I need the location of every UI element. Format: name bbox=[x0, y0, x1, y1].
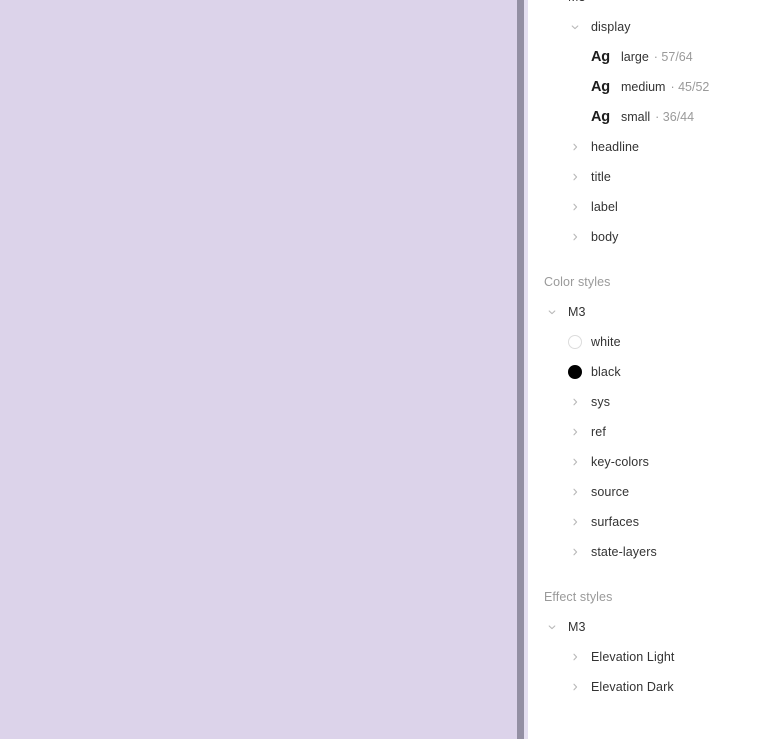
styles-panel: M3 display Ag large · 57/64 Ag medium bbox=[528, 0, 766, 739]
tree-item-ref[interactable]: ref bbox=[528, 417, 766, 447]
chevron-right-icon[interactable] bbox=[568, 200, 582, 214]
chevron-right-icon[interactable] bbox=[568, 230, 582, 244]
style-item-label: small bbox=[621, 110, 651, 124]
tree-item-label: display bbox=[591, 20, 631, 34]
tree-item-label: headline bbox=[591, 140, 640, 154]
tree-item-sys[interactable]: sys bbox=[528, 387, 766, 417]
tree-item-source[interactable]: source bbox=[528, 477, 766, 507]
tree-item-effect-m3[interactable]: M3 bbox=[528, 612, 766, 642]
tree-item-label-group[interactable]: label bbox=[528, 192, 766, 222]
chevron-right-icon[interactable] bbox=[568, 395, 582, 409]
section-header-effect-styles: Effect styles bbox=[528, 582, 766, 612]
canvas-scrollbar-track[interactable] bbox=[517, 0, 528, 739]
chevron-right-icon[interactable] bbox=[568, 650, 582, 664]
tree-item-text-m3[interactable]: M3 bbox=[528, 0, 766, 12]
canvas-scrollbar-thumb[interactable] bbox=[517, 0, 524, 739]
tree-item-label: source bbox=[591, 485, 630, 499]
tree-item-label: M3 bbox=[568, 0, 586, 4]
color-style-black[interactable]: black bbox=[528, 357, 766, 387]
style-item-meta: · 36/44 bbox=[655, 110, 695, 124]
style-item-label: large bbox=[621, 50, 649, 64]
chevron-right-icon[interactable] bbox=[568, 680, 582, 694]
tree-item-label: state-layers bbox=[591, 545, 657, 559]
style-item-display-small[interactable]: Ag small · 36/44 bbox=[528, 102, 766, 132]
tree-item-elevation-light[interactable]: Elevation Light bbox=[528, 642, 766, 672]
tree-item-label: Elevation Light bbox=[591, 650, 675, 664]
color-swatch-icon bbox=[568, 335, 582, 349]
chevron-down-icon[interactable] bbox=[545, 0, 559, 4]
chevron-right-icon[interactable] bbox=[568, 485, 582, 499]
tree-item-label: surfaces bbox=[591, 515, 640, 529]
tree-item-title[interactable]: title bbox=[528, 162, 766, 192]
tree-item-label: label bbox=[591, 200, 618, 214]
tree-item-label: M3 bbox=[568, 620, 586, 634]
tree-item-display[interactable]: display bbox=[528, 12, 766, 42]
style-item-meta: · 57/64 bbox=[653, 50, 693, 64]
color-style-label: white bbox=[591, 335, 621, 349]
tree-item-elevation-dark[interactable]: Elevation Dark bbox=[528, 672, 766, 702]
tree-item-label: M3 bbox=[568, 305, 586, 319]
tree-item-label: ref bbox=[591, 425, 606, 439]
chevron-down-icon[interactable] bbox=[545, 305, 559, 319]
tree-item-label: body bbox=[591, 230, 619, 244]
chevron-down-icon[interactable] bbox=[545, 620, 559, 634]
color-style-label: black bbox=[591, 365, 621, 379]
chevron-right-icon[interactable] bbox=[568, 170, 582, 184]
tree-item-state-layers[interactable]: state-layers bbox=[528, 537, 766, 567]
tree-item-color-m3[interactable]: M3 bbox=[528, 297, 766, 327]
section-header-color-styles: Color styles bbox=[528, 267, 766, 297]
chevron-right-icon[interactable] bbox=[568, 140, 582, 154]
type-preview-icon: Ag bbox=[591, 108, 610, 125]
tree-item-body[interactable]: body bbox=[528, 222, 766, 252]
section-title: Color styles bbox=[544, 275, 611, 289]
type-preview-icon: Ag bbox=[591, 48, 610, 65]
tree-item-surfaces[interactable]: surfaces bbox=[528, 507, 766, 537]
styles-tree: M3 display Ag large · 57/64 Ag medium bbox=[528, 0, 766, 702]
style-item-display-large[interactable]: Ag large · 57/64 bbox=[528, 42, 766, 72]
chevron-right-icon[interactable] bbox=[568, 425, 582, 439]
style-item-label: medium bbox=[621, 80, 666, 94]
tree-item-label: sys bbox=[591, 395, 611, 409]
color-swatch-icon bbox=[568, 365, 582, 379]
tree-item-headline[interactable]: headline bbox=[528, 132, 766, 162]
tree-item-label: key-colors bbox=[591, 455, 649, 469]
chevron-down-icon[interactable] bbox=[568, 20, 582, 34]
chevron-right-icon[interactable] bbox=[568, 545, 582, 559]
chevron-right-icon[interactable] bbox=[568, 455, 582, 469]
style-item-meta: · 45/52 bbox=[670, 80, 710, 94]
tree-item-label: Elevation Dark bbox=[591, 680, 674, 694]
style-item-display-medium[interactable]: Ag medium · 45/52 bbox=[528, 72, 766, 102]
tree-item-key-colors[interactable]: key-colors bbox=[528, 447, 766, 477]
type-preview-icon: Ag bbox=[591, 78, 610, 95]
app-root: M3 display Ag large · 57/64 Ag medium bbox=[0, 0, 766, 739]
design-canvas[interactable] bbox=[0, 0, 517, 739]
section-title: Effect styles bbox=[544, 590, 613, 604]
color-style-white[interactable]: white bbox=[528, 327, 766, 357]
chevron-right-icon[interactable] bbox=[568, 515, 582, 529]
tree-item-label: title bbox=[591, 170, 611, 184]
